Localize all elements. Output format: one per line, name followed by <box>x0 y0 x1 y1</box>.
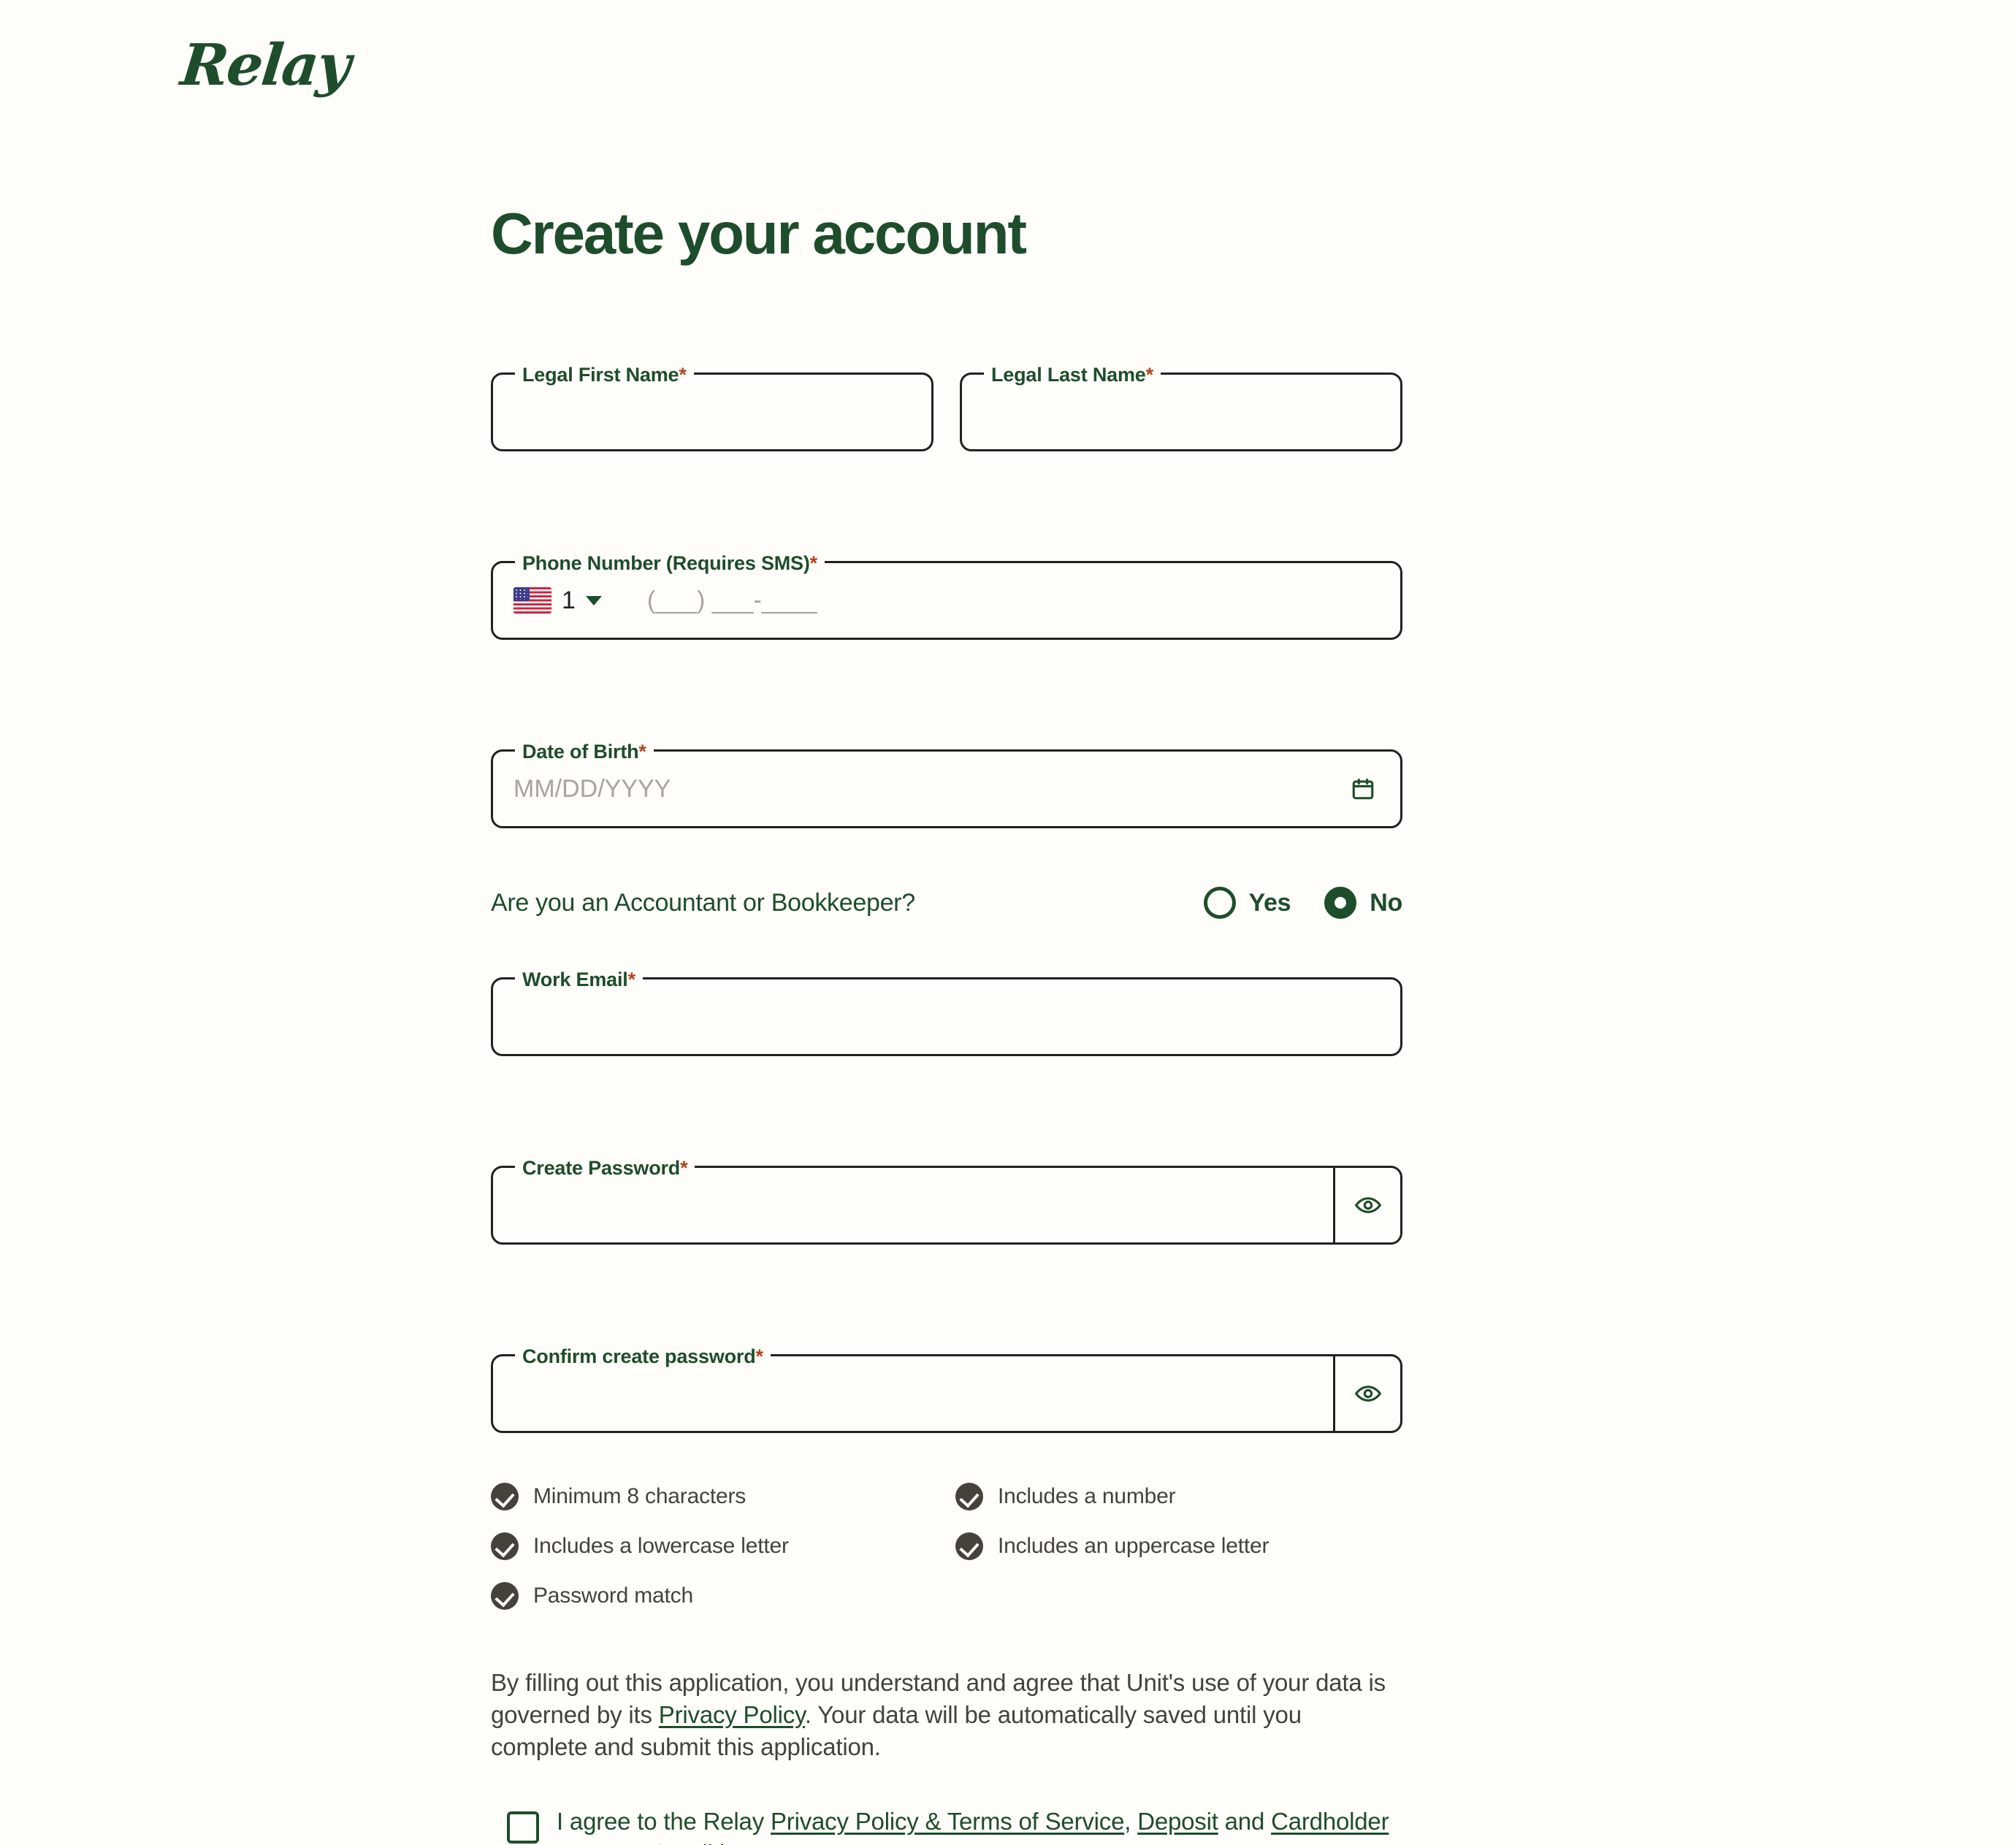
password-requirement: Includes a number <box>955 1483 1402 1510</box>
first-name-box[interactable]: Legal First Name* <box>491 362 933 451</box>
eye-icon <box>1354 1386 1381 1402</box>
check-circle-icon <box>491 1483 519 1510</box>
radio-no-icon[interactable] <box>1324 887 1357 919</box>
work-email-label: Work Email* <box>515 967 643 992</box>
create-password-box[interactable]: Create Password* <box>491 1155 1402 1245</box>
check-circle-icon <box>491 1582 519 1610</box>
create-password-field: Create Password* <box>491 1155 1402 1245</box>
required-marker: * <box>679 364 687 386</box>
privacy-policy-terms-link[interactable]: Privacy Policy & Terms of Service <box>771 1808 1124 1835</box>
deposit-link[interactable]: Deposit <box>1137 1808 1218 1835</box>
password-requirement-label: Includes a lowercase letter <box>533 1534 789 1558</box>
required-marker: * <box>680 1157 688 1179</box>
signup-form: Create your account Legal First Name* Le… <box>491 0 1402 1845</box>
accountant-question-label: Are you an Accountant or Bookkeeper? <box>491 888 915 917</box>
accountant-radio-group: Yes No <box>1203 887 1402 919</box>
first-name-field: Legal First Name* <box>491 362 933 451</box>
toggle-create-password-visibility[interactable] <box>1333 1168 1400 1242</box>
dob-field: Date of Birth* <box>491 739 1402 828</box>
check-circle-icon <box>955 1483 983 1510</box>
confirm-password-label: Confirm create password* <box>515 1344 771 1369</box>
password-requirement-label: Includes an uppercase letter <box>998 1534 1269 1558</box>
country-code-value: 1 <box>562 587 576 614</box>
password-requirement: Minimum 8 characters <box>491 1483 955 1510</box>
privacy-policy-link[interactable]: Privacy Policy <box>659 1701 805 1728</box>
relay-logo[interactable]: Relay <box>177 32 353 99</box>
chevron-down-icon <box>585 595 602 606</box>
us-flag-icon <box>513 587 551 614</box>
toggle-confirm-password-visibility[interactable] <box>1333 1356 1400 1431</box>
agreement-row: I agree to the Relay Privacy Policy & Te… <box>491 1806 1402 1845</box>
required-marker: * <box>809 552 818 574</box>
signup-page: Relay Create your account Legal First Na… <box>0 0 2016 1845</box>
agreement-text: I agree to the Relay Privacy Policy & Te… <box>557 1806 1402 1845</box>
agreement-separator-1: , <box>1124 1808 1138 1835</box>
confirm-password-field: Confirm create password* <box>491 1344 1402 1433</box>
dob-box[interactable]: Date of Birth* <box>491 739 1402 828</box>
required-marker: * <box>755 1345 764 1367</box>
password-requirement: Password match <box>491 1582 955 1610</box>
name-row: Legal First Name* Legal Last Name* <box>491 362 1402 451</box>
phone-box[interactable]: Phone Number (Requires SMS)* 1 <box>491 551 1402 640</box>
password-requirements-list: Minimum 8 characters Includes a number I… <box>491 1483 1402 1610</box>
last-name-field: Legal Last Name* <box>960 362 1402 451</box>
calendar-icon <box>1352 778 1374 800</box>
last-name-box[interactable]: Legal Last Name* <box>960 362 1402 451</box>
accountant-question-row: Are you an Accountant or Bookkeeper? Yes… <box>491 887 1402 919</box>
last-name-label: Legal Last Name* <box>984 362 1161 387</box>
dob-label: Date of Birth* <box>515 739 654 764</box>
password-requirement: Includes a lowercase letter <box>491 1532 955 1560</box>
calendar-button[interactable] <box>1343 752 1400 826</box>
page-title: Create your account <box>491 201 1027 266</box>
password-requirement-label: Minimum 8 characters <box>533 1484 747 1508</box>
agreement-text-part1: I agree to the Relay <box>557 1808 771 1835</box>
phone-label: Phone Number (Requires SMS)* <box>515 551 825 576</box>
agreement-separator-2: and <box>1218 1808 1272 1835</box>
check-circle-icon <box>491 1532 519 1560</box>
create-password-label: Create Password* <box>515 1155 695 1180</box>
required-marker: * <box>638 741 646 763</box>
accountant-option-yes[interactable]: Yes <box>1203 887 1291 919</box>
required-marker: * <box>1145 364 1154 386</box>
eye-icon <box>1354 1197 1381 1213</box>
check-circle-icon <box>955 1532 983 1560</box>
agreement-checkbox[interactable] <box>507 1811 539 1844</box>
accountant-option-no[interactable]: No <box>1324 887 1402 919</box>
password-requirement-label: Password match <box>533 1584 693 1608</box>
radio-yes-icon[interactable] <box>1203 887 1236 919</box>
work-email-box[interactable]: Work Email* <box>491 967 1402 1056</box>
radio-yes-label: Yes <box>1248 888 1291 917</box>
password-requirement-label: Includes a number <box>998 1484 1176 1508</box>
first-name-label: Legal First Name* <box>515 362 694 387</box>
radio-no-label: No <box>1370 888 1402 917</box>
phone-field: Phone Number (Requires SMS)* 1 <box>491 551 1402 640</box>
confirm-password-box[interactable]: Confirm create password* <box>491 1344 1402 1433</box>
unit-disclaimer: By filling out this application, you und… <box>491 1667 1402 1763</box>
password-requirement: Includes an uppercase letter <box>955 1532 1402 1560</box>
required-marker: * <box>627 969 636 990</box>
work-email-field: Work Email* <box>491 967 1402 1056</box>
